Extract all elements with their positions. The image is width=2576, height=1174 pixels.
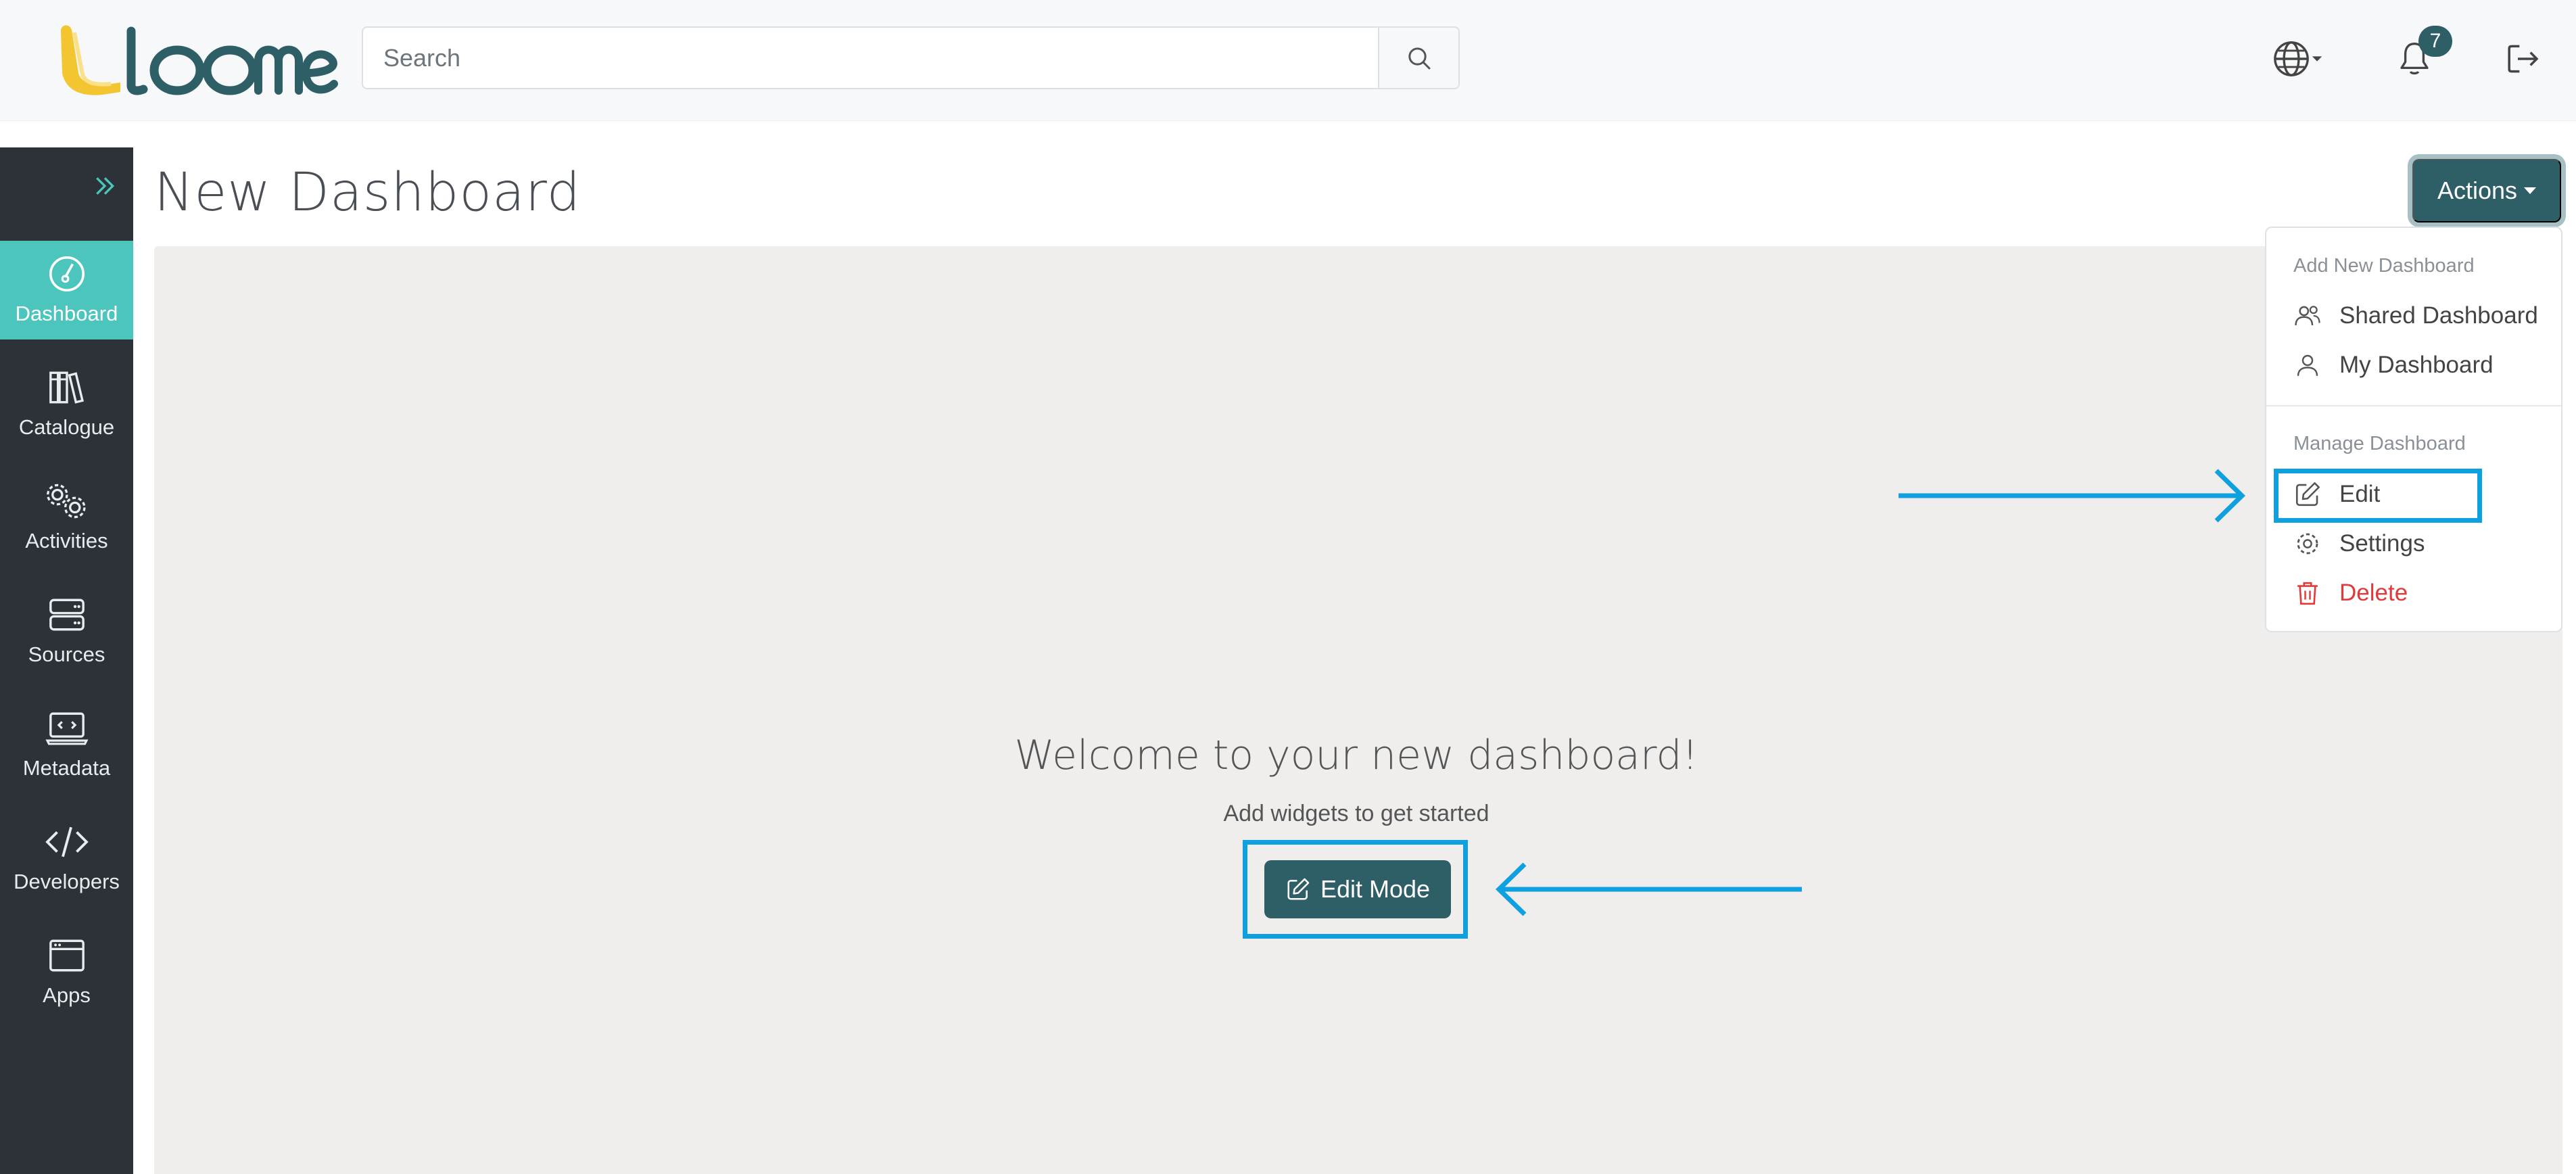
menu-item-my-dashboard[interactable]: My Dashboard — [2293, 345, 2494, 385]
edit-menu-highlight-box — [2274, 469, 2482, 523]
chevron-down-icon — [2312, 56, 2322, 62]
menu-item-settings[interactable]: Settings — [2293, 523, 2425, 564]
actions-dropdown-button[interactable]: Actions — [2412, 159, 2561, 222]
app-window-icon — [49, 939, 85, 972]
books-icon — [49, 371, 84, 404]
logout-icon — [2508, 45, 2539, 73]
gears-icon — [46, 484, 86, 519]
page-title: New Dashboard — [154, 162, 581, 223]
arrow-left-annotation — [1495, 862, 1802, 916]
top-bar: 7 — [0, 0, 2576, 121]
menu-divider — [2266, 405, 2561, 406]
code-brackets-icon — [45, 826, 89, 858]
sidebar-expand-toggle[interactable] — [0, 147, 133, 225]
sidebar-item-label: Activities — [25, 529, 108, 553]
search-button[interactable] — [1378, 28, 1458, 88]
sidebar-item-label: Developers — [14, 870, 120, 893]
code-monitor-icon — [45, 712, 89, 745]
arrow-right-annotation — [1899, 469, 2246, 523]
sidebar-item-label: Sources — [28, 642, 105, 666]
search-box — [362, 26, 1460, 89]
globe-icon — [2274, 41, 2309, 76]
sidebar-item-sources[interactable]: Sources — [0, 582, 133, 680]
search-input[interactable] — [363, 28, 1384, 88]
dashboard-gauge-icon — [49, 256, 85, 291]
notification-count-badge: 7 — [2418, 26, 2452, 57]
sidebar-item-activities[interactable]: Activities — [0, 468, 133, 567]
menu-item-label: Settings — [2339, 530, 2425, 557]
welcome-title: Welcome to your new dashboard! — [1014, 732, 1698, 779]
sidebar-item-developers[interactable]: Developers — [0, 809, 133, 908]
sidebar-item-metadata[interactable]: Metadata — [0, 695, 133, 794]
loome-logo[interactable] — [55, 19, 339, 101]
menu-item-label: Delete — [2339, 580, 2408, 606]
sidebar-item-catalogue[interactable]: Catalogue — [0, 354, 133, 453]
sidebar-item-label: Catalogue — [18, 415, 115, 439]
edit-mode-label: Edit Mode — [1320, 875, 1431, 903]
trash-icon — [2297, 582, 2318, 605]
menu-header-add: Add New Dashboard — [2293, 255, 2475, 277]
users-icon — [2295, 306, 2320, 326]
menu-item-label: Shared Dashboard — [2339, 302, 2538, 329]
sidebar-item-label: Apps — [43, 983, 91, 1007]
search-icon — [1408, 47, 1430, 69]
user-icon — [2297, 354, 2318, 376]
sidebar-item-label: Metadata — [22, 756, 111, 780]
logout-button[interactable] — [2502, 34, 2544, 84]
menu-item-delete[interactable]: Delete — [2293, 573, 2408, 613]
sidebar-item-dashboard[interactable]: Dashboard — [0, 241, 133, 339]
welcome-subtitle: Add widgets to get started — [1223, 801, 1489, 826]
sidebar-item-apps[interactable]: Apps — [0, 922, 133, 1021]
menu-item-shared-dashboard[interactable]: Shared Dashboard — [2293, 296, 2538, 336]
sidebar: Dashboard Catalogue Activities Sources M… — [0, 147, 133, 1174]
logo-graphic — [61, 25, 338, 95]
caret-down-icon — [2524, 187, 2537, 194]
actions-dropdown-menu: Add New Dashboard Shared Dashboard My Da… — [2265, 227, 2562, 632]
menu-header-manage: Manage Dashboard — [2293, 433, 2466, 454]
edit-mode-button[interactable]: Edit Mode — [1264, 860, 1451, 918]
sidebar-item-label: Dashboard — [15, 302, 118, 325]
language-dropdown[interactable] — [2266, 34, 2329, 84]
dashboard-canvas — [154, 246, 2562, 1174]
double-chevron-right-icon — [96, 177, 115, 195]
menu-item-label: My Dashboard — [2339, 352, 2494, 378]
actions-label: Actions — [2437, 177, 2518, 204]
server-icon — [49, 598, 85, 631]
gear-icon — [2297, 533, 2318, 555]
edit-icon — [1287, 878, 1310, 900]
